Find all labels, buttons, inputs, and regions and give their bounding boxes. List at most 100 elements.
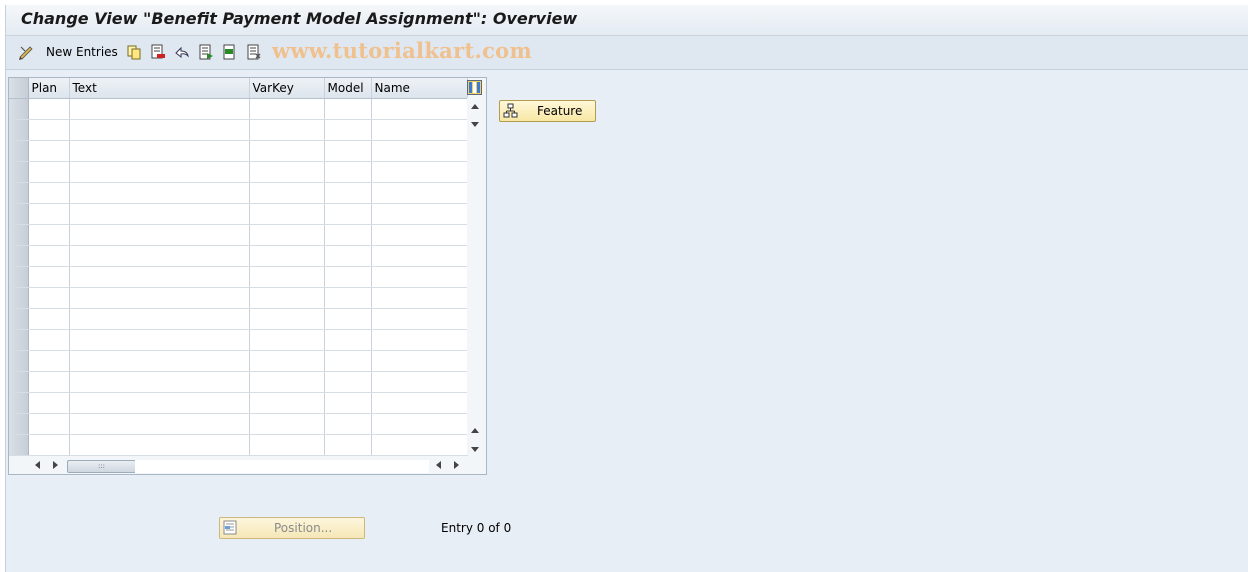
scroll-down-icon[interactable] <box>471 122 479 127</box>
table-cell-name[interactable] <box>371 98 468 120</box>
table-cell-model[interactable] <box>324 413 372 435</box>
table-cell-text[interactable] <box>69 98 250 120</box>
row-selector[interactable] <box>9 245 29 267</box>
undo-icon[interactable] <box>174 44 190 60</box>
table-cell-name[interactable] <box>371 245 468 267</box>
table-cell-model[interactable] <box>324 392 372 414</box>
table-cell-plan[interactable] <box>28 371 70 393</box>
table-cell-name[interactable] <box>371 140 468 162</box>
row-selector[interactable] <box>9 161 29 183</box>
horizontal-scroll-thumb[interactable]: ::: <box>67 460 136 473</box>
table-cell-name[interactable] <box>371 203 468 225</box>
table-cell-text[interactable] <box>69 266 250 288</box>
table-cell-text[interactable] <box>69 203 250 225</box>
table-cell-name[interactable] <box>371 413 468 435</box>
table-cell-plan[interactable] <box>28 287 70 309</box>
table-cell-varkey[interactable] <box>249 329 325 351</box>
table-cell-plan[interactable] <box>28 350 70 372</box>
table-cell-text[interactable] <box>69 392 250 414</box>
table-cell-varkey[interactable] <box>249 413 325 435</box>
row-selector[interactable] <box>9 224 29 246</box>
scroll-left-icon[interactable] <box>35 461 40 469</box>
table-cell-model[interactable] <box>324 266 372 288</box>
row-selector[interactable] <box>9 287 29 309</box>
table-cell-model[interactable] <box>324 98 372 120</box>
table-cell-name[interactable] <box>371 350 468 372</box>
row-selector[interactable] <box>9 98 29 120</box>
table-cell-varkey[interactable] <box>249 434 325 456</box>
select-block-icon[interactable] <box>222 44 238 60</box>
table-cell-name[interactable] <box>371 329 468 351</box>
table-cell-varkey[interactable] <box>249 245 325 267</box>
column-settings-icon[interactable] <box>467 80 482 95</box>
table-cell-name[interactable] <box>371 266 468 288</box>
table-cell-varkey[interactable] <box>249 140 325 162</box>
table-cell-plan[interactable] <box>28 266 70 288</box>
table-cell-varkey[interactable] <box>249 287 325 309</box>
table-cell-name[interactable] <box>371 371 468 393</box>
new-entries-button[interactable]: New Entries <box>46 45 118 59</box>
table-cell-varkey[interactable] <box>249 350 325 372</box>
column-header-model[interactable]: Model <box>324 78 372 99</box>
table-cell-plan[interactable] <box>28 98 70 120</box>
select-all-icon[interactable] <box>198 44 214 60</box>
table-cell-model[interactable] <box>324 287 372 309</box>
position-button[interactable]: Position... <box>219 517 365 539</box>
scroll-page-down-icon[interactable] <box>471 447 479 452</box>
table-cell-varkey[interactable] <box>249 224 325 246</box>
table-cell-varkey[interactable] <box>249 119 325 141</box>
table-cell-varkey[interactable] <box>249 392 325 414</box>
table-cell-name[interactable] <box>371 308 468 330</box>
scroll-left-end-icon[interactable] <box>436 461 441 469</box>
table-cell-plan[interactable] <box>28 203 70 225</box>
table-cell-text[interactable] <box>69 371 250 393</box>
table-cell-name[interactable] <box>371 224 468 246</box>
row-selector[interactable] <box>9 413 29 435</box>
table-cell-text[interactable] <box>69 161 250 183</box>
table-cell-model[interactable] <box>324 308 372 330</box>
table-cell-plan[interactable] <box>28 392 70 414</box>
table-cell-plan[interactable] <box>28 329 70 351</box>
table-cell-model[interactable] <box>324 434 372 456</box>
scroll-right-end-icon[interactable] <box>454 461 459 469</box>
table-cell-varkey[interactable] <box>249 308 325 330</box>
table-cell-plan[interactable] <box>28 224 70 246</box>
row-selector[interactable] <box>9 434 29 456</box>
column-header-text[interactable]: Text <box>69 78 250 99</box>
row-selector[interactable] <box>9 350 29 372</box>
feature-button[interactable]: Feature <box>499 100 596 122</box>
table-cell-varkey[interactable] <box>249 182 325 204</box>
table-cell-plan[interactable] <box>28 245 70 267</box>
table-cell-text[interactable] <box>69 329 250 351</box>
table-cell-plan[interactable] <box>28 182 70 204</box>
table-cell-varkey[interactable] <box>249 203 325 225</box>
table-cell-text[interactable] <box>69 245 250 267</box>
table-cell-text[interactable] <box>69 287 250 309</box>
column-header-plan[interactable]: Plan <box>28 78 70 99</box>
table-cell-name[interactable] <box>371 161 468 183</box>
table-cell-name[interactable] <box>371 392 468 414</box>
scroll-right-icon[interactable] <box>53 461 58 469</box>
vertical-scrollbar[interactable] <box>467 98 484 455</box>
row-selector[interactable] <box>9 119 29 141</box>
table-cell-text[interactable] <box>69 434 250 456</box>
table-cell-model[interactable] <box>324 161 372 183</box>
deselect-all-icon[interactable] <box>246 44 262 60</box>
table-cell-varkey[interactable] <box>249 266 325 288</box>
row-selector[interactable] <box>9 392 29 414</box>
table-cell-model[interactable] <box>324 203 372 225</box>
display-change-icon[interactable] <box>18 44 34 60</box>
table-cell-text[interactable] <box>69 140 250 162</box>
table-cell-varkey[interactable] <box>249 98 325 120</box>
table-cell-model[interactable] <box>324 371 372 393</box>
table-cell-name[interactable] <box>371 287 468 309</box>
table-cell-text[interactable] <box>69 119 250 141</box>
scroll-up-icon[interactable] <box>471 104 479 109</box>
table-cell-model[interactable] <box>324 245 372 267</box>
table-cell-model[interactable] <box>324 140 372 162</box>
table-cell-text[interactable] <box>69 182 250 204</box>
table-cell-text[interactable] <box>69 350 250 372</box>
table-cell-model[interactable] <box>324 119 372 141</box>
table-cell-model[interactable] <box>324 224 372 246</box>
table-cell-text[interactable] <box>69 413 250 435</box>
